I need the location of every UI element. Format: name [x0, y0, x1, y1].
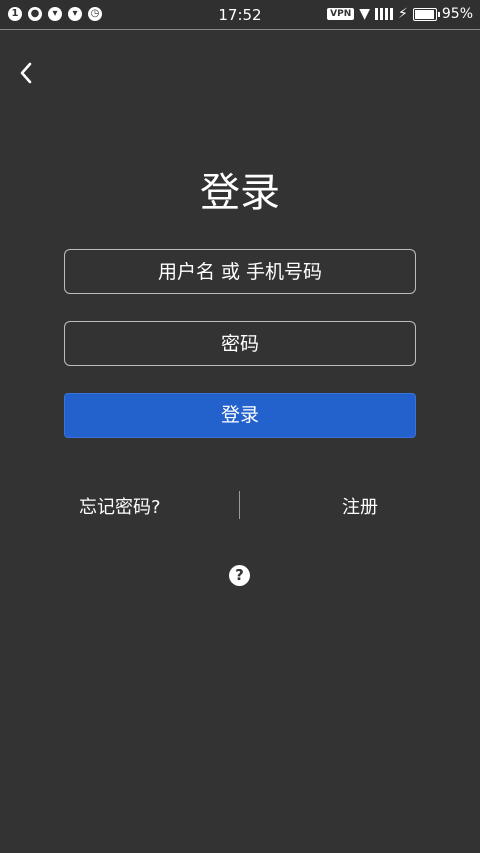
- vpn-badge: VPN: [327, 8, 355, 20]
- battery-fill: [414, 9, 434, 19]
- help-icon[interactable]: ?: [229, 565, 250, 586]
- username-input[interactable]: [64, 249, 416, 294]
- status-right: VPN ▼ ⚡ 95%: [327, 6, 473, 22]
- link-divider: [239, 491, 240, 519]
- login-button[interactable]: 登录: [64, 393, 416, 438]
- charging-icon: ⚡: [398, 6, 408, 22]
- battery-percent: 95%: [441, 6, 473, 22]
- forgot-password-link[interactable]: 忘记密码?: [79, 493, 161, 519]
- battery-icon: [412, 7, 440, 21]
- page-title: 登录: [200, 170, 280, 216]
- wifi-icon: ▼: [359, 6, 371, 22]
- status-bar: 1 ● ▾ ▾ ◷ 17:52 VPN ▼ ⚡ 95%: [0, 0, 480, 30]
- back-arrow-icon[interactable]: [12, 58, 40, 88]
- signal-icon: [375, 8, 394, 20]
- password-input[interactable]: [64, 321, 416, 366]
- register-link[interactable]: 注册: [342, 493, 378, 519]
